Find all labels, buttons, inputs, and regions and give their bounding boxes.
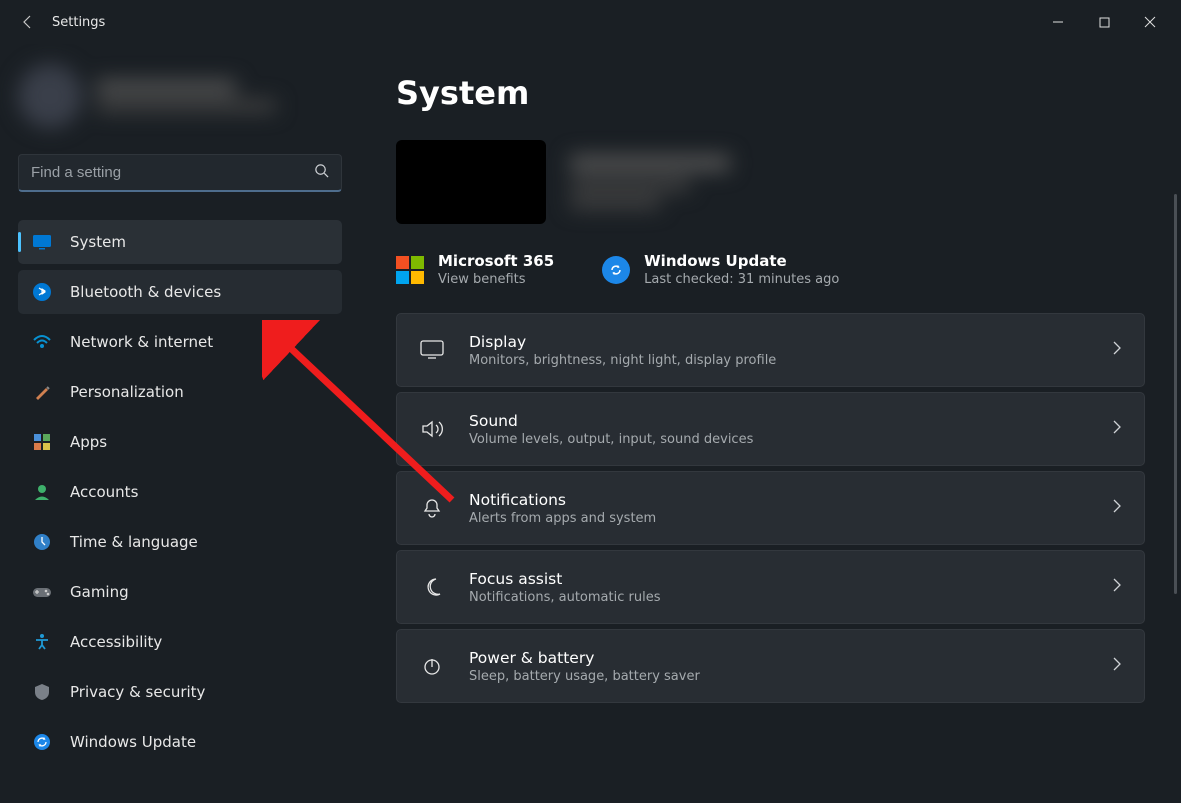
time-icon: [32, 532, 52, 552]
power-icon: [419, 653, 445, 679]
card-sub: Sleep, battery usage, battery saver: [469, 669, 1112, 684]
setting-display[interactable]: Display Monitors, brightness, night ligh…: [396, 313, 1145, 387]
notifications-icon: [419, 495, 445, 521]
card-title: Power & battery: [469, 649, 1112, 667]
maximize-button[interactable]: [1081, 6, 1127, 38]
device-summary: [396, 140, 1145, 224]
sidebar-item-label: Accessibility: [70, 633, 162, 651]
accessibility-icon: [32, 632, 52, 652]
card-sub: Volume levels, output, input, sound devi…: [469, 432, 1112, 447]
update-icon: [32, 732, 52, 752]
bluetooth-icon: [32, 282, 52, 302]
chevron-right-icon: [1112, 498, 1122, 518]
sidebar-item-label: Windows Update: [70, 733, 196, 751]
system-icon: [32, 232, 52, 252]
sidebar-item-windows-update[interactable]: Windows Update: [18, 720, 342, 764]
search-icon: [314, 163, 329, 182]
apps-icon: [32, 432, 52, 452]
sidebar-item-label: Bluetooth & devices: [70, 283, 221, 301]
sidebar-item-accounts[interactable]: Accounts: [18, 470, 342, 514]
summary-links: Microsoft 365 View benefits Windows Upda…: [396, 252, 1145, 287]
summary-label: Windows Update: [644, 252, 839, 270]
sidebar-item-label: Time & language: [70, 533, 198, 551]
focus-assist-icon: [419, 574, 445, 600]
window-controls: [1035, 6, 1173, 38]
sidebar-item-system[interactable]: System: [18, 220, 342, 264]
sidebar-item-label: Network & internet: [70, 333, 213, 351]
card-title: Focus assist: [469, 570, 1112, 588]
chevron-right-icon: [1112, 656, 1122, 676]
microsoft-365-link[interactable]: Microsoft 365 View benefits: [396, 252, 554, 287]
settings-list: Display Monitors, brightness, night ligh…: [396, 313, 1145, 703]
device-info: [570, 155, 730, 209]
card-sub: Notifications, automatic rules: [469, 590, 1112, 605]
setting-focus-assist[interactable]: Focus assist Notifications, automatic ru…: [396, 550, 1145, 624]
sidebar-item-label: Personalization: [70, 383, 184, 401]
user-profile[interactable]: [18, 54, 342, 138]
search-field[interactable]: [18, 154, 342, 192]
sidebar: System Bluetooth & devices Network & int…: [0, 44, 360, 803]
microsoft-365-icon: [396, 256, 424, 284]
setting-notifications[interactable]: Notifications Alerts from apps and syste…: [396, 471, 1145, 545]
sidebar-item-network[interactable]: Network & internet: [18, 320, 342, 364]
back-button[interactable]: [8, 2, 48, 42]
setting-sound[interactable]: Sound Volume levels, output, input, soun…: [396, 392, 1145, 466]
sidebar-item-apps[interactable]: Apps: [18, 420, 342, 464]
card-sub: Alerts from apps and system: [469, 511, 1112, 526]
windows-update-icon: [602, 256, 630, 284]
sidebar-item-label: Accounts: [70, 483, 138, 501]
windows-update-link[interactable]: Windows Update Last checked: 31 minutes …: [602, 252, 839, 287]
card-title: Notifications: [469, 491, 1112, 509]
app-title: Settings: [52, 15, 105, 30]
sound-icon: [419, 416, 445, 442]
sidebar-item-label: Privacy & security: [70, 683, 205, 701]
sidebar-item-accessibility[interactable]: Accessibility: [18, 620, 342, 664]
summary-sub: View benefits: [438, 272, 554, 287]
nav-list: System Bluetooth & devices Network & int…: [18, 220, 342, 764]
search-input[interactable]: [31, 164, 314, 181]
sidebar-item-bluetooth[interactable]: Bluetooth & devices: [18, 270, 342, 314]
summary-label: Microsoft 365: [438, 252, 554, 270]
avatar: [18, 64, 82, 128]
sidebar-item-gaming[interactable]: Gaming: [18, 570, 342, 614]
sidebar-item-time[interactable]: Time & language: [18, 520, 342, 564]
card-title: Display: [469, 333, 1112, 351]
titlebar: Settings: [0, 0, 1181, 44]
sidebar-item-label: Gaming: [70, 583, 129, 601]
setting-power[interactable]: Power & battery Sleep, battery usage, ba…: [396, 629, 1145, 703]
scrollbar[interactable]: [1174, 194, 1177, 594]
chevron-right-icon: [1112, 340, 1122, 360]
summary-sub: Last checked: 31 minutes ago: [644, 272, 839, 287]
close-button[interactable]: [1127, 6, 1173, 38]
sidebar-item-label: System: [70, 233, 126, 251]
content-area: System Microsoft 365 View benefits Wi: [360, 44, 1181, 803]
minimize-button[interactable]: [1035, 6, 1081, 38]
chevron-right-icon: [1112, 419, 1122, 439]
page-title: System: [396, 74, 1145, 112]
personalization-icon: [32, 382, 52, 402]
sidebar-item-privacy[interactable]: Privacy & security: [18, 670, 342, 714]
sidebar-item-personalization[interactable]: Personalization: [18, 370, 342, 414]
privacy-icon: [32, 682, 52, 702]
device-thumbnail: [396, 140, 546, 224]
card-title: Sound: [469, 412, 1112, 430]
display-icon: [419, 337, 445, 363]
gaming-icon: [32, 582, 52, 602]
sidebar-item-label: Apps: [70, 433, 107, 451]
accounts-icon: [32, 482, 52, 502]
chevron-right-icon: [1112, 577, 1122, 597]
network-icon: [32, 332, 52, 352]
card-sub: Monitors, brightness, night light, displ…: [469, 353, 1112, 368]
